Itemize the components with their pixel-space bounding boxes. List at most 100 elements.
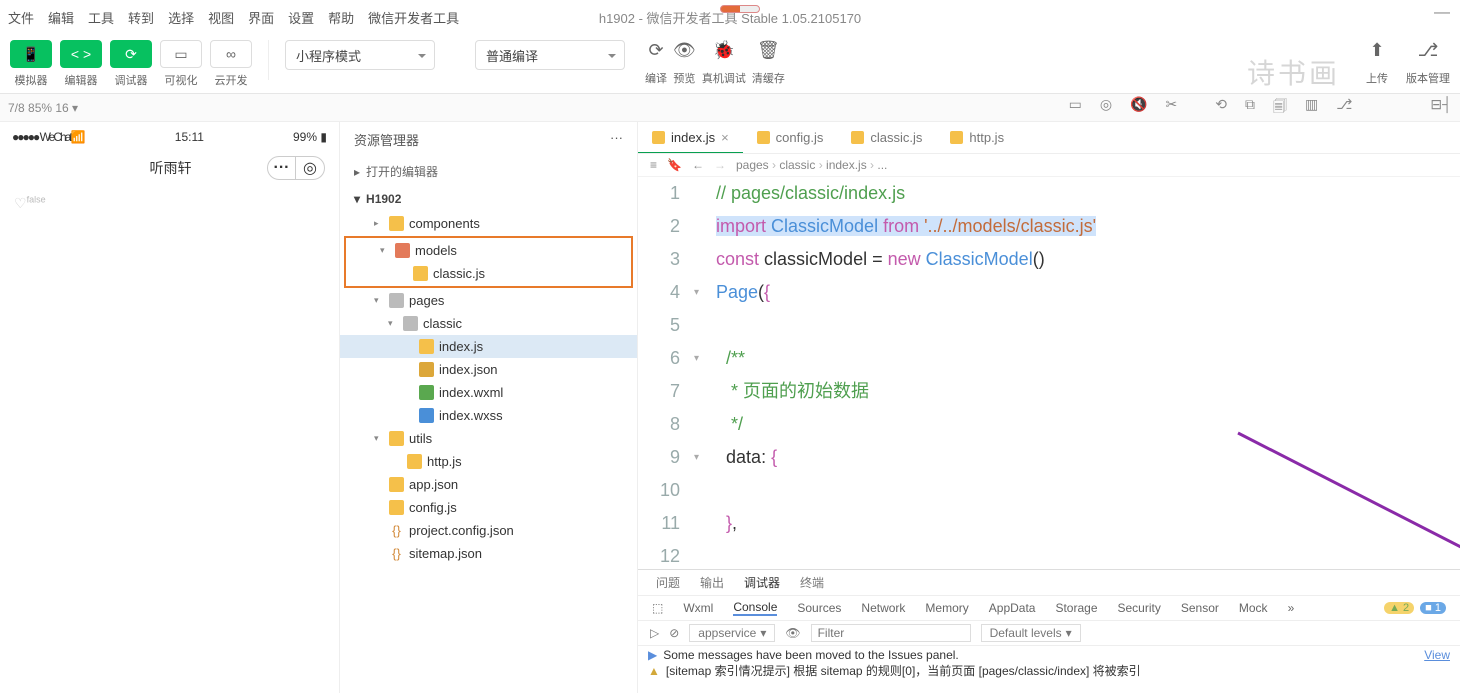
devtools-sub-tab[interactable]: Console — [733, 600, 777, 616]
toolbar-button[interactable]: ∞云开发 — [210, 40, 252, 88]
tree-item[interactable]: ▾utils — [340, 427, 637, 450]
menu-item[interactable]: 界面 — [248, 8, 274, 27]
settings-icon[interactable]: ⊟┤ — [1430, 96, 1452, 120]
device-icon[interactable]: ▭ — [1069, 96, 1082, 120]
editor-tab[interactable]: index.js× — [638, 122, 743, 153]
editor-tab[interactable]: classic.js — [837, 122, 936, 153]
warning-badge[interactable]: ▲ 2 — [1384, 602, 1414, 614]
back-icon[interactable]: ← — [692, 158, 704, 172]
toolbar-action[interactable]: 🗑清缓存 — [752, 40, 785, 86]
menu-item[interactable]: 设置 — [288, 8, 314, 27]
toolbar-action[interactable]: 👁预览 — [673, 40, 696, 86]
console-output[interactable]: ▶Some messages have been moved to the Is… — [638, 646, 1460, 693]
breadcrumb-segment[interactable]: classic — [779, 158, 826, 172]
compile-dropdown[interactable]: 普通编译 — [475, 40, 625, 70]
editor-tab[interactable]: http.js — [936, 122, 1018, 153]
toolbar-button[interactable]: < >编辑器 — [60, 40, 102, 88]
capsule-menu-icon[interactable]: ··· — [268, 157, 296, 179]
eye-icon[interactable]: 👁 — [785, 626, 800, 640]
more-icon[interactable]: » — [1288, 601, 1295, 615]
devtools-main-tab[interactable]: 问题 — [656, 574, 680, 591]
menu-item[interactable]: 转到 — [128, 8, 154, 27]
menu-item[interactable]: 工具 — [88, 8, 114, 27]
forward-icon[interactable]: → — [714, 158, 726, 172]
run-icon[interactable]: ▷ — [650, 626, 659, 640]
tree-item[interactable]: ▾classic — [340, 312, 637, 335]
levels-select[interactable]: Default levels▾ — [981, 624, 1081, 642]
scissors-icon[interactable]: ✂ — [1166, 96, 1178, 120]
project-root[interactable]: ▾ H1902 — [340, 186, 637, 212]
breadcrumb-segment[interactable]: index.js — [826, 158, 877, 172]
context-select[interactable]: appservice▾ — [689, 624, 775, 642]
devtools-sub-tab[interactable]: Network — [861, 601, 905, 615]
devtools-sub-tab[interactable]: Wxml — [683, 601, 713, 615]
breadcrumb-segment[interactable]: pages — [736, 158, 779, 172]
tree-item[interactable]: http.js — [340, 450, 637, 473]
bookmark-icon[interactable]: 🔖 — [667, 158, 682, 172]
menu-icon[interactable]: ≡ — [650, 158, 657, 172]
toolbar-right-button[interactable]: ⎇版本管理 — [1406, 40, 1450, 86]
capsule-button[interactable]: ··· ◎ — [267, 156, 325, 180]
console-line: ▶Some messages have been moved to the Is… — [648, 648, 1450, 662]
toolbar-action[interactable]: ⟳编译 — [645, 40, 667, 86]
menu-item[interactable]: 选择 — [168, 8, 194, 27]
record-icon[interactable]: ◎ — [1100, 96, 1112, 120]
inspect-icon[interactable]: ⬚ — [652, 601, 663, 615]
menu-item[interactable]: 帮助 — [328, 8, 354, 27]
close-icon[interactable]: × — [721, 130, 729, 145]
split-icon[interactable]: ▥ — [1305, 96, 1318, 120]
explorer-more-icon[interactable]: ··· — [610, 130, 623, 149]
fold-column[interactable]: ▾▾▾ — [694, 177, 708, 569]
devtools-sub-tab[interactable]: Sensor — [1181, 601, 1219, 615]
devtools-sub-tab[interactable]: Mock — [1239, 601, 1268, 615]
code-lines[interactable]: // pages/classic/index.jsimport ClassicM… — [708, 177, 1460, 569]
tree-item[interactable]: ▾models — [346, 239, 631, 262]
tree-item[interactable]: app.json — [340, 473, 637, 496]
tree-item[interactable]: index.js — [340, 335, 637, 358]
devtools-sub-tab[interactable]: Sources — [797, 601, 841, 615]
menu-item[interactable]: 视图 — [208, 8, 234, 27]
devtools-main-tab[interactable]: 输出 — [700, 574, 724, 591]
clear-icon[interactable]: ⊘ — [669, 626, 679, 640]
breadcrumb-segment[interactable]: ... — [877, 158, 887, 172]
tree-item[interactable]: classic.js — [346, 262, 631, 285]
tree-item[interactable]: {}project.config.json — [340, 519, 637, 542]
devtools-main-tab[interactable]: 终端 — [800, 574, 824, 591]
code-editor[interactable]: 12345678910111213 ▾▾▾ // pages/classic/i… — [638, 177, 1460, 569]
rotate-icon[interactable]: ⟲ — [1215, 96, 1227, 120]
tree-item[interactable]: config.js — [340, 496, 637, 519]
branch-icon[interactable]: ⎇ — [1336, 96, 1352, 120]
menu-item[interactable]: 编辑 — [48, 8, 74, 27]
tree-item[interactable]: ▸components — [340, 212, 637, 235]
devtools-main-tab[interactable]: 调试器 — [744, 574, 780, 591]
toolbar-action[interactable]: 🐞真机调试 — [702, 40, 746, 86]
menu-item[interactable]: 文件 — [8, 8, 34, 27]
capsule-close-icon[interactable]: ◎ — [296, 157, 324, 179]
like-icon[interactable]: ♡false — [14, 195, 46, 211]
info-badge[interactable]: ■ 1 — [1420, 602, 1446, 614]
devtools-sub-tab[interactable]: Security — [1118, 601, 1161, 615]
tree-item[interactable]: index.json — [340, 358, 637, 381]
toolbar-button[interactable]: ▭可视化 — [160, 40, 202, 88]
collapse-icon[interactable]: ⧉ — [1245, 96, 1255, 120]
mute-icon[interactable]: 🔇 — [1130, 96, 1147, 120]
devtools-sub-tab[interactable]: AppData — [989, 601, 1036, 615]
editor-tab[interactable]: config.js — [743, 122, 838, 153]
toolbar-right-button[interactable]: ⬆上传 — [1366, 40, 1388, 86]
opened-editors-section[interactable]: ▸ 打开的编辑器 — [340, 157, 637, 186]
mode-dropdown[interactable]: 小程序模式 — [285, 40, 435, 70]
toolbar-button[interactable]: 📱模拟器 — [10, 40, 52, 88]
console-link[interactable]: View — [1424, 648, 1450, 662]
filter-input[interactable] — [811, 624, 971, 642]
files-icon[interactable]: 🗐 — [1273, 96, 1287, 120]
toolbar-button[interactable]: ⟳调试器 — [110, 40, 152, 88]
tree-item[interactable]: index.wxss — [340, 404, 637, 427]
devtools-sub-tab[interactable]: Memory — [925, 601, 968, 615]
tree-item[interactable]: {}sitemap.json — [340, 542, 637, 565]
minimize-icon[interactable]: — — [1434, 4, 1450, 22]
menu-item[interactable]: 微信开发者工具 — [368, 8, 459, 27]
breadcrumb[interactable]: pagesclassicindex.js... — [736, 158, 887, 172]
tree-item[interactable]: ▾pages — [340, 289, 637, 312]
tree-item[interactable]: index.wxml — [340, 381, 637, 404]
devtools-sub-tab[interactable]: Storage — [1055, 601, 1097, 615]
